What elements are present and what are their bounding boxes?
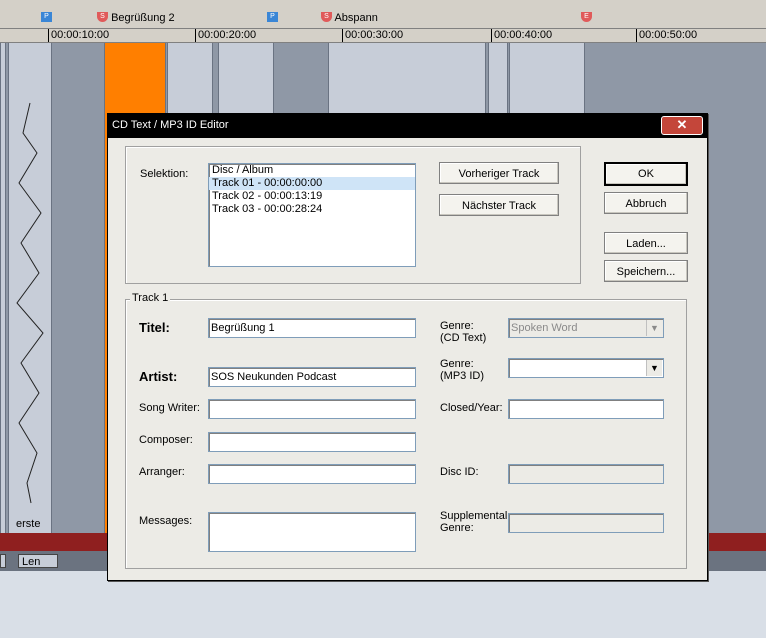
genre-cd-combo: Spoken Word ▼ — [508, 318, 664, 338]
ruler-tick: 00:00:10:00 — [48, 29, 109, 42]
load-button[interactable]: Laden... — [604, 232, 688, 254]
track-group-label: Track 1 — [130, 292, 171, 304]
titel-label: Titel: — [139, 320, 170, 335]
clip-label: erste — [16, 518, 41, 530]
marker-begruessung-2[interactable]: S Begrüßung 2 — [97, 12, 175, 24]
list-item[interactable]: Track 02 - 00:00:13:19 — [209, 190, 415, 203]
messages-field[interactable] — [208, 512, 416, 552]
status-field[interactable] — [0, 554, 6, 568]
save-button[interactable]: Speichern... — [604, 260, 688, 282]
close-icon: ✕ — [676, 117, 688, 132]
artist-field[interactable]: SOS Neukunden Podcast — [208, 367, 416, 387]
closed-year-label: Closed/Year: — [440, 402, 503, 414]
marker-abspann[interactable]: S Abspann — [321, 12, 378, 24]
chevron-down-icon[interactable]: ▼ — [646, 360, 662, 376]
disc-id-label: Disc ID: — [440, 466, 479, 478]
genre-mp3-combo[interactable]: ▼ — [508, 358, 664, 378]
list-item-selected[interactable]: Track 01 - 00:00:00:00 — [209, 177, 415, 190]
genre-mp3-label: Genre: (MP3 ID) — [440, 358, 484, 382]
audio-clip[interactable] — [8, 43, 52, 533]
marker-e[interactable]: E — [581, 12, 592, 24]
list-item[interactable]: Track 03 - 00:00:28:24 — [209, 203, 415, 216]
waveform — [16, 102, 44, 504]
ruler-tick: 00:00:20:00 — [195, 29, 256, 42]
list-item[interactable]: Disc / Album — [209, 164, 415, 177]
next-track-button[interactable]: Nächster Track — [439, 194, 559, 216]
marker-bar: P S Begrüßung 2 P S Abspann E — [0, 0, 766, 29]
cancel-button[interactable]: Abbruch — [604, 192, 688, 214]
cd-text-dialog: CD Text / MP3 ID Editor ✕ Selektion: Dis… — [107, 113, 708, 581]
marker-p-2[interactable]: P — [267, 12, 278, 24]
len-field[interactable]: Len — [18, 554, 58, 568]
ruler-tick: 00:00:40:00 — [491, 29, 552, 42]
dialog-title: CD Text / MP3 ID Editor — [112, 119, 229, 131]
ruler-tick: 00:00:50:00 — [636, 29, 697, 42]
marker-p-1[interactable]: P — [41, 12, 52, 24]
messages-label: Messages: — [139, 515, 193, 527]
track-listbox[interactable]: Disc / Album Track 01 - 00:00:00:00 Trac… — [208, 163, 416, 267]
marker-label: Abspann — [334, 12, 378, 24]
artist-label: Artist: — [139, 369, 178, 384]
supplemental-genre-label: Supplemental Genre: — [440, 510, 508, 534]
titel-field[interactable]: Begrüßung 1 — [208, 318, 416, 338]
previous-track-button[interactable]: Vorheriger Track — [439, 162, 559, 184]
selektion-label: Selektion: — [140, 168, 189, 180]
ok-button[interactable]: OK — [604, 162, 688, 186]
songwriter-field[interactable] — [208, 399, 416, 419]
dialog-titlebar[interactable]: CD Text / MP3 ID Editor ✕ — [108, 114, 707, 138]
composer-label: Composer: — [139, 434, 193, 446]
audio-clip[interactable] — [0, 43, 6, 533]
supplemental-genre-field — [508, 513, 664, 533]
close-button[interactable]: ✕ — [661, 116, 703, 135]
songwriter-label: Song Writer: — [139, 402, 200, 414]
chevron-down-icon: ▼ — [646, 320, 662, 336]
closed-year-field[interactable] — [508, 399, 664, 419]
composer-field[interactable] — [208, 432, 416, 452]
disc-id-field — [508, 464, 664, 484]
arranger-label: Arranger: — [139, 466, 185, 478]
marker-label: Begrüßung 2 — [111, 12, 175, 24]
arranger-field[interactable] — [208, 464, 416, 484]
genre-cd-label: Genre: (CD Text) — [440, 320, 487, 344]
ruler-tick: 00:00:30:00 — [342, 29, 403, 42]
time-ruler[interactable]: 00:00:10:00 00:00:20:00 00:00:30:00 00:0… — [0, 29, 766, 43]
